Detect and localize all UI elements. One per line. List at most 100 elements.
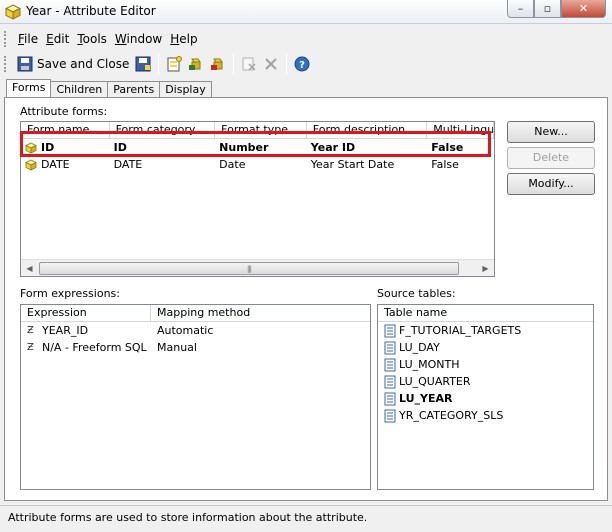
column-expression[interactable]: Expression <box>21 305 151 321</box>
delete-form-button[interactable]: Delete <box>507 147 595 169</box>
table-icon <box>384 358 396 371</box>
toolbar-separator <box>286 54 288 74</box>
column-table-name[interactable]: Table name <box>378 305 593 321</box>
table-name-cell: LU_MONTH <box>378 358 593 372</box>
delete-form-icon <box>211 58 224 70</box>
toolbar-separator <box>158 54 160 74</box>
modify-button[interactable]: Modify... <box>507 173 595 195</box>
table-name-cell: LU_DAY <box>378 341 593 355</box>
help-icon: ? <box>294 56 310 72</box>
source-table-row[interactable]: LU_YEAR <box>378 390 593 407</box>
save-and-close-button[interactable]: Save and Close <box>14 53 132 75</box>
help-button[interactable]: ? <box>291 53 313 75</box>
source-tables-header: Table name <box>378 305 593 322</box>
delete-button[interactable] <box>260 53 282 75</box>
expression-text: N/A - Freeform SQL <box>42 341 147 354</box>
toolbar-grip <box>4 56 8 72</box>
mapping-method: Automatic <box>157 324 214 337</box>
save-button[interactable] <box>132 53 154 75</box>
source-tables-label: Source tables: <box>377 287 456 300</box>
table-name-cell: LU_QUARTER <box>378 375 593 389</box>
new-button[interactable]: New... <box>507 121 595 143</box>
attribute-form-row[interactable]: DATE DATE Date Year Start Date False <box>21 156 494 173</box>
minimize-button[interactable]: – <box>507 0 534 18</box>
modify-form-button[interactable] <box>185 53 207 75</box>
table-name-cell: LU_YEAR <box>378 392 593 406</box>
expression-cell: Ƶ N/A - Freeform SQL <box>21 341 151 354</box>
status-text: Attribute forms are used to store inform… <box>8 511 368 524</box>
form-category: DATE <box>113 158 143 171</box>
scroll-left-icon[interactable]: ◀ <box>21 260 38 276</box>
format-type: Date <box>219 158 246 171</box>
menu-tools[interactable]: Tools <box>73 32 111 46</box>
table-name: LU_DAY <box>399 341 440 354</box>
table-name: LU_QUARTER <box>399 375 471 388</box>
table-icon <box>384 324 396 337</box>
delete-icon <box>265 58 278 70</box>
source-table-row[interactable]: YR_CATEGORY_SLS <box>378 407 593 424</box>
expression-icon: Ƶ <box>27 342 34 353</box>
save-close-icon <box>17 56 33 72</box>
menu-edit[interactable]: Edit <box>42 32 73 46</box>
form-expressions-list[interactable]: Expression Mapping method Ƶ YEAR_ID Auto… <box>20 304 371 490</box>
source-tables-rows: F_TUTORIAL_TARGETS LU_DAY LU_MONTH LU_QUART… <box>378 322 593 424</box>
menu-file[interactable]: File <box>14 32 42 46</box>
modify-form-icon <box>189 58 202 70</box>
menu-help[interactable]: Help <box>166 32 201 46</box>
tab-forms[interactable]: Forms <box>6 79 52 97</box>
properties-button[interactable] <box>238 53 260 75</box>
table-name-cell: F_TUTORIAL_TARGETS <box>378 324 593 338</box>
source-table-row[interactable]: LU_QUARTER <box>378 373 593 390</box>
title-bar: Year - Attribute Editor – ▫ ✕ <box>0 0 612 24</box>
toolbar-separator <box>233 54 235 74</box>
toolbar: Save and Close ? <box>4 51 608 77</box>
editor-tabs: Forms Children Parents Display <box>6 79 212 97</box>
scroll-thumb[interactable]: ||| <box>39 262 459 275</box>
attribute-forms-label: Attribute forms: <box>20 105 108 118</box>
maximize-button[interactable]: ▫ <box>534 0 561 18</box>
form-name-cell: DATE <box>21 158 110 171</box>
status-bar: Attribute forms are used to store inform… <box>0 505 612 532</box>
menubar-grip <box>4 31 8 47</box>
table-name: YR_CATEGORY_SLS <box>399 409 504 422</box>
new-form-button[interactable] <box>163 53 185 75</box>
attribute-form-icon <box>25 159 37 171</box>
form-expressions-header: Expression Mapping method <box>21 305 370 322</box>
tab-parents[interactable]: Parents <box>107 81 161 97</box>
table-name-cell: YR_CATEGORY_SLS <box>378 409 593 423</box>
source-tables-list[interactable]: Table name F_TUTORIAL_TARGETS LU_DAY LU_MO… <box>377 304 594 490</box>
tab-children[interactable]: Children <box>50 81 109 97</box>
table-icon <box>384 341 396 354</box>
table-name: LU_YEAR <box>399 392 453 405</box>
horizontal-scrollbar[interactable]: ◀ ||| ▶ <box>21 259 494 276</box>
table-name: LU_MONTH <box>399 358 460 371</box>
multilingual-value: False <box>431 158 459 171</box>
svg-text:?: ? <box>299 60 305 71</box>
window-controls: – ▫ ✕ <box>507 0 606 18</box>
form-expressions-label: Form expressions: <box>20 287 120 300</box>
scroll-right-icon[interactable]: ▶ <box>477 260 494 276</box>
table-icon <box>384 392 396 405</box>
expression-text: YEAR_ID <box>42 324 89 337</box>
close-button[interactable]: ✕ <box>561 0 606 18</box>
save-and-close-label: Save and Close <box>37 57 130 71</box>
menu-window[interactable]: Window <box>111 32 166 46</box>
source-table-row[interactable]: LU_DAY <box>378 339 593 356</box>
source-table-row[interactable]: F_TUTORIAL_TARGETS <box>378 322 593 339</box>
properties-icon <box>242 57 256 71</box>
form-description: Year Start Date <box>310 158 395 171</box>
tab-display[interactable]: Display <box>159 81 212 97</box>
source-table-row[interactable]: LU_MONTH <box>378 356 593 373</box>
thumb-grip-icon: ||| <box>246 265 252 273</box>
expression-row[interactable]: Ƶ N/A - Freeform SQL Manual <box>21 339 370 356</box>
mapping-method: Manual <box>157 341 197 354</box>
table-icon <box>384 409 396 422</box>
delete-form-button[interactable] <box>207 53 229 75</box>
table-name: F_TUTORIAL_TARGETS <box>399 324 522 337</box>
window-title: Year - Attribute Editor <box>26 4 156 18</box>
attribute-cube-icon <box>5 4 21 20</box>
expression-icon: Ƶ <box>27 325 34 336</box>
table-icon <box>384 375 396 388</box>
column-mapping-method[interactable]: Mapping method <box>151 305 370 321</box>
expression-row[interactable]: Ƶ YEAR_ID Automatic <box>21 322 370 339</box>
